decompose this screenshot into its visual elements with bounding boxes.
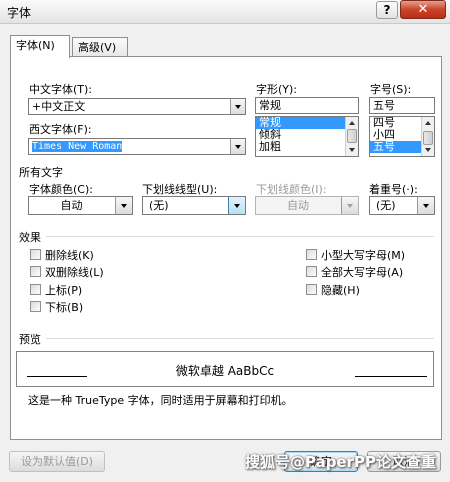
- underline-color-select: 自动: [255, 196, 359, 215]
- underline-color-label: 下划线颜色(I):: [256, 183, 327, 196]
- font-color-value: 自动: [60, 199, 83, 212]
- chevron-down-icon: [341, 197, 358, 214]
- style-input[interactable]: 常规: [255, 97, 359, 114]
- scroll-thumb[interactable]: [423, 131, 433, 145]
- chevron-down-icon[interactable]: [230, 99, 245, 114]
- chinese-font-select[interactable]: +中文正文: [28, 98, 246, 115]
- preview-box: 微软卓越 AaBbCc: [16, 351, 434, 387]
- font-color-label: 字体颜色(C):: [29, 183, 93, 196]
- subscript-checkbox[interactable]: [30, 301, 41, 312]
- all-caps-label: 全部大写字母(A): [321, 266, 404, 279]
- tab-advanced[interactable]: 高级(V): [72, 37, 128, 58]
- chinese-font-label: 中文字体(T):: [29, 83, 93, 96]
- help-button[interactable]: ?: [376, 1, 398, 19]
- double-strikethrough-label: 双删除线(L): [45, 266, 104, 279]
- style-input-value: 常规: [259, 99, 281, 112]
- scroll-down-icon[interactable]: [346, 144, 358, 156]
- emphasis-value: (无): [376, 199, 396, 212]
- size-scrollbar[interactable]: [421, 117, 434, 156]
- set-default-button[interactable]: 设为默认值(D): [9, 451, 105, 472]
- hidden-label: 隐藏(H): [321, 284, 360, 297]
- scroll-down-icon[interactable]: [422, 144, 434, 156]
- tab-font[interactable]: 字体(N): [10, 35, 70, 58]
- western-font-select[interactable]: Times New Roman: [28, 138, 246, 155]
- preview-rule-right: [355, 376, 427, 377]
- style-option[interactable]: 加粗: [256, 141, 358, 153]
- underline-type-label: 下划线线型(U):: [142, 183, 218, 196]
- small-caps-label: 小型大写字母(M): [321, 249, 406, 262]
- chevron-down-icon[interactable]: [230, 139, 245, 154]
- chevron-down-icon[interactable]: [417, 197, 434, 214]
- size-listbox[interactable]: 四号 小四 五号: [369, 116, 435, 157]
- scroll-up-icon[interactable]: [346, 117, 358, 129]
- window-title: 字体: [7, 6, 32, 20]
- strikethrough-checkbox[interactable]: [30, 249, 41, 260]
- chinese-font-value: +中文正文: [32, 100, 86, 113]
- hidden-checkbox[interactable]: [306, 284, 317, 295]
- underline-type-select[interactable]: (无): [142, 196, 246, 215]
- emphasis-label: 着重号(·):: [369, 183, 418, 196]
- scroll-up-icon[interactable]: [422, 117, 434, 129]
- close-button[interactable]: ✕: [400, 0, 446, 19]
- underline-type-value: (无): [149, 199, 169, 212]
- effects-heading: 效果: [19, 231, 41, 244]
- font-color-select[interactable]: 自动: [28, 196, 133, 215]
- size-input-value: 五号: [373, 99, 395, 112]
- title-bar: 字体 ? ✕: [0, 0, 450, 24]
- western-font-value: Times New Roman: [32, 141, 123, 152]
- strikethrough-label: 删除线(K): [45, 249, 94, 262]
- style-scrollbar[interactable]: [345, 117, 358, 156]
- all-text-heading: 所有文字: [19, 166, 63, 179]
- chevron-down-icon[interactable]: [228, 197, 245, 214]
- preview-description: 这是一种 TrueType 字体，同时适用于屏幕和打印机。: [28, 394, 293, 407]
- effects-divider: [46, 236, 434, 237]
- western-font-label: 西文字体(F):: [29, 123, 92, 136]
- chevron-down-icon[interactable]: [115, 197, 132, 214]
- emphasis-select[interactable]: (无): [369, 196, 435, 215]
- size-label: 字号(S):: [370, 83, 412, 96]
- double-strikethrough-checkbox[interactable]: [30, 266, 41, 277]
- subscript-label: 下标(B): [45, 301, 84, 314]
- underline-color-value: 自动: [287, 199, 309, 212]
- style-listbox[interactable]: 常规 倾斜 加粗: [255, 116, 359, 157]
- small-caps-checkbox[interactable]: [306, 249, 317, 260]
- style-label: 字形(Y):: [256, 83, 298, 96]
- preview-heading: 预览: [19, 333, 41, 346]
- preview-divider: [46, 338, 434, 339]
- scroll-thumb[interactable]: [347, 129, 357, 143]
- watermark: 搜狐号@PaperPP论文查重: [244, 453, 436, 471]
- superscript-checkbox[interactable]: [30, 284, 41, 295]
- size-input[interactable]: 五号: [369, 97, 435, 114]
- all-caps-checkbox[interactable]: [306, 266, 317, 277]
- superscript-label: 上标(P): [45, 284, 83, 297]
